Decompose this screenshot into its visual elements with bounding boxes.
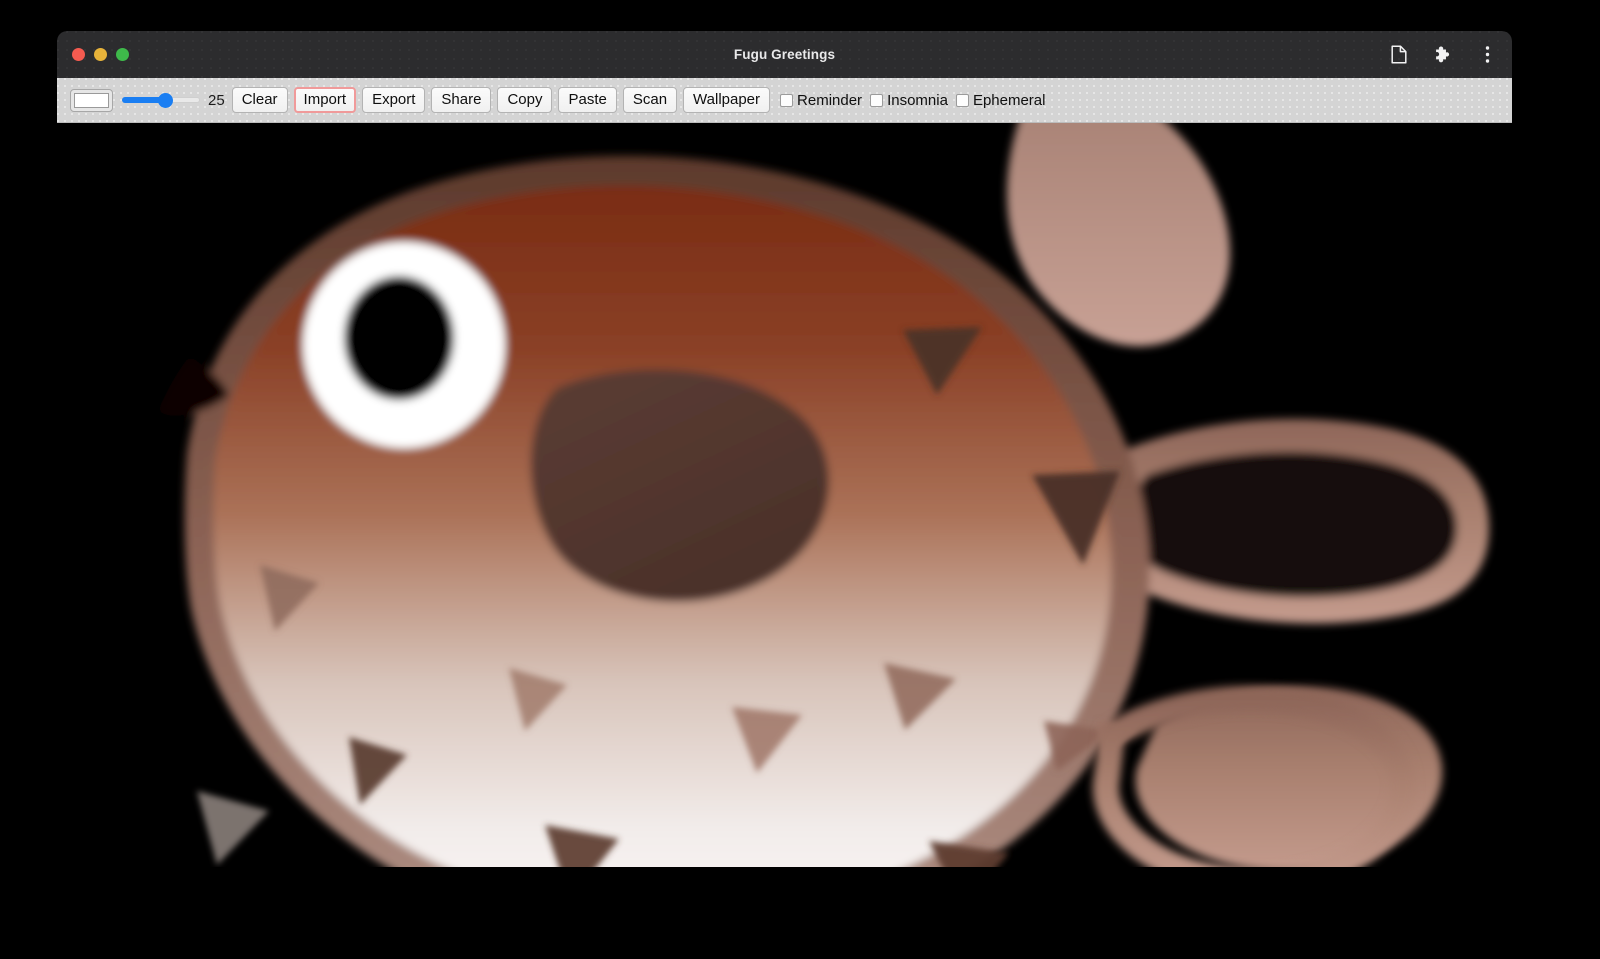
checkbox-ephemeral-box[interactable] xyxy=(956,94,969,107)
browser-window: Fugu Greetings xyxy=(57,31,1512,867)
blowfish-artwork xyxy=(57,123,1512,867)
title-bar: Fugu Greetings xyxy=(57,31,1512,78)
screen-root: Fugu Greetings xyxy=(0,0,1600,959)
copy-button[interactable]: Copy xyxy=(497,87,552,113)
checkbox-reminder-label: Reminder xyxy=(797,92,862,109)
checkbox-insomnia[interactable]: Insomnia xyxy=(870,92,948,109)
extension-puzzle-icon[interactable] xyxy=(1432,44,1454,66)
export-button[interactable]: Export xyxy=(362,87,425,113)
checkbox-ephemeral-label: Ephemeral xyxy=(973,92,1046,109)
slider-thumb[interactable] xyxy=(158,93,173,108)
color-picker-swatch xyxy=(74,93,109,108)
maximize-button[interactable] xyxy=(116,48,129,61)
close-button[interactable] xyxy=(72,48,85,61)
checkbox-reminder[interactable]: Reminder xyxy=(780,92,862,109)
import-button[interactable]: Import xyxy=(294,87,357,113)
share-button[interactable]: Share xyxy=(431,87,491,113)
wallpaper-button[interactable]: Wallpaper xyxy=(683,87,770,113)
drawing-canvas[interactable] xyxy=(57,123,1512,867)
app-toolbar: 25 Clear Import Export Share Copy Paste … xyxy=(57,78,1512,123)
checkbox-ephemeral[interactable]: Ephemeral xyxy=(956,92,1046,109)
checkbox-reminder-box[interactable] xyxy=(780,94,793,107)
page-document-icon[interactable] xyxy=(1388,44,1410,66)
window-controls xyxy=(72,48,129,61)
checkbox-insomnia-box[interactable] xyxy=(870,94,883,107)
scan-button[interactable]: Scan xyxy=(623,87,677,113)
slider-value-label: 25 xyxy=(208,92,225,109)
window-title: Fugu Greetings xyxy=(57,47,1512,62)
paste-button[interactable]: Paste xyxy=(558,87,616,113)
color-picker[interactable] xyxy=(70,89,113,112)
checkbox-insomnia-label: Insomnia xyxy=(887,92,948,109)
line-width-slider[interactable] xyxy=(122,89,200,111)
toggle-group: Reminder Insomnia Ephemeral xyxy=(780,92,1053,109)
title-bar-actions xyxy=(1388,31,1498,78)
minimize-button[interactable] xyxy=(94,48,107,61)
overflow-menu-icon[interactable] xyxy=(1476,44,1498,66)
clear-button[interactable]: Clear xyxy=(232,87,288,113)
